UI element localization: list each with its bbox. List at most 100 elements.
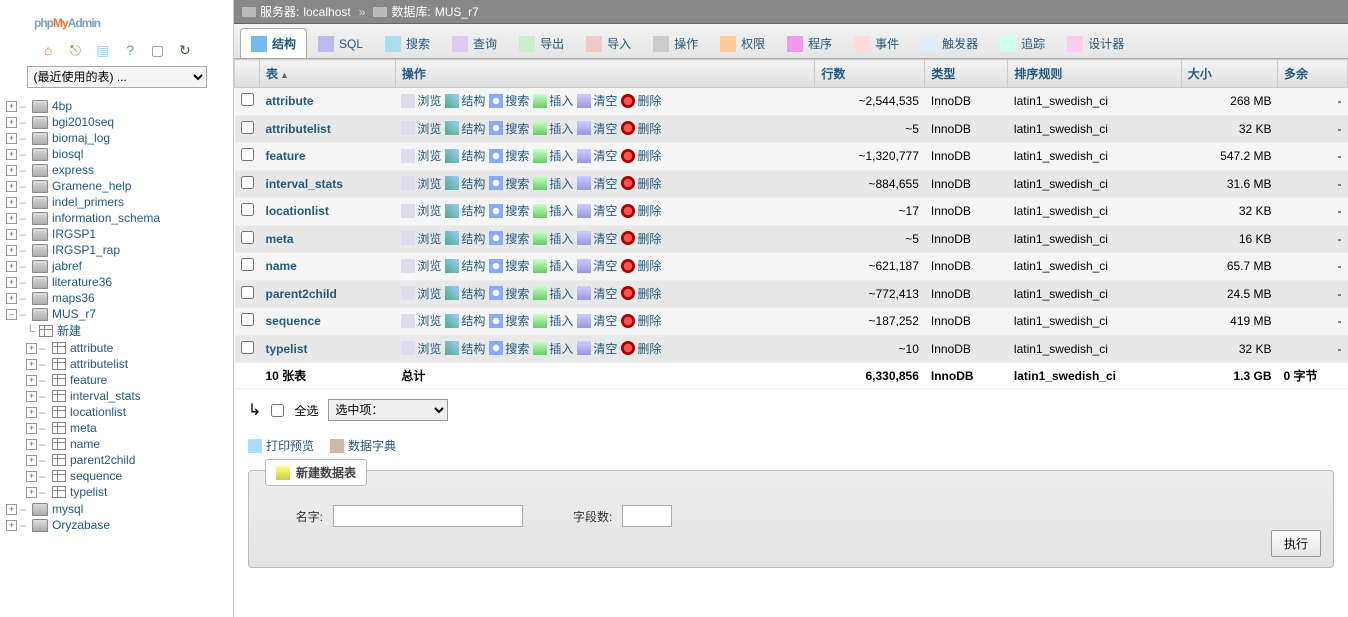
empty-action[interactable]: 清空 xyxy=(577,147,617,164)
expand-icon[interactable]: + xyxy=(6,504,17,515)
with-selected-select[interactable]: 选中项： xyxy=(328,399,448,421)
browse-action[interactable]: 浏览 xyxy=(401,120,441,137)
expand-icon[interactable]: + xyxy=(6,520,17,531)
table-link-attribute[interactable]: attribute xyxy=(70,341,113,355)
expand-icon[interactable]: + xyxy=(26,455,37,466)
table-name-link[interactable]: meta xyxy=(266,232,294,246)
help-icon[interactable]: ? xyxy=(122,42,138,58)
search-action[interactable]: 搜索 xyxy=(489,340,529,357)
tab-routines[interactable]: 程序 xyxy=(776,28,843,58)
expand-icon[interactable]: + xyxy=(6,181,17,192)
table-link-name[interactable]: name xyxy=(70,437,100,451)
structure-action[interactable]: 结构 xyxy=(445,340,485,357)
empty-action[interactable]: 清空 xyxy=(577,120,617,137)
empty-action[interactable]: 清空 xyxy=(577,257,617,274)
db-link-jabref[interactable]: jabref xyxy=(52,259,82,273)
structure-action[interactable]: 结构 xyxy=(445,147,485,164)
drop-action[interactable]: 删除 xyxy=(621,202,661,219)
col-rows[interactable]: 行数 xyxy=(815,60,925,88)
search-action[interactable]: 搜索 xyxy=(489,312,529,329)
check-all[interactable] xyxy=(271,404,284,417)
row-checkbox[interactable] xyxy=(241,176,254,189)
db-link-Gramene_help[interactable]: Gramene_help xyxy=(52,179,131,193)
search-action[interactable]: 搜索 xyxy=(489,147,529,164)
db-link-bgi2010seq[interactable]: bgi2010seq xyxy=(52,115,114,129)
empty-action[interactable]: 清空 xyxy=(577,312,617,329)
tab-structure[interactable]: 结构 xyxy=(240,28,307,58)
tab-events[interactable]: 事件 xyxy=(843,28,910,58)
expand-icon[interactable]: + xyxy=(6,133,17,144)
new-table-link[interactable]: 新建 xyxy=(57,322,81,339)
expand-icon[interactable]: + xyxy=(26,359,37,370)
search-action[interactable]: 搜索 xyxy=(489,285,529,302)
tab-privileges[interactable]: 权限 xyxy=(709,28,776,58)
db-name[interactable]: MUS_r7 xyxy=(435,5,479,19)
expand-icon[interactable]: + xyxy=(6,101,17,112)
structure-action[interactable]: 结构 xyxy=(445,285,485,302)
search-action[interactable]: 搜索 xyxy=(489,202,529,219)
expand-icon[interactable]: + xyxy=(6,149,17,160)
row-checkbox[interactable] xyxy=(241,258,254,271)
empty-action[interactable]: 清空 xyxy=(577,285,617,302)
row-checkbox[interactable] xyxy=(241,341,254,354)
empty-action[interactable]: 清空 xyxy=(577,230,617,247)
tab-query[interactable]: 查询 xyxy=(441,28,508,58)
db-link-biomaj_log[interactable]: biomaj_log xyxy=(52,131,110,145)
insert-action[interactable]: 插入 xyxy=(533,230,573,247)
print-view-link[interactable]: 打印预览 xyxy=(248,437,314,454)
col-overhead[interactable]: 多余 xyxy=(1278,60,1348,88)
empty-action[interactable]: 清空 xyxy=(577,202,617,219)
insert-action[interactable]: 插入 xyxy=(533,285,573,302)
expand-icon[interactable]: + xyxy=(26,487,37,498)
insert-action[interactable]: 插入 xyxy=(533,147,573,164)
tab-triggers[interactable]: 触发器 xyxy=(910,28,989,58)
table-name-link[interactable]: parent2child xyxy=(266,287,337,301)
expand-icon[interactable]: + xyxy=(6,261,17,272)
browse-action[interactable]: 浏览 xyxy=(401,92,441,109)
query-window-icon[interactable]: ▤ xyxy=(95,42,111,58)
browse-action[interactable]: 浏览 xyxy=(401,257,441,274)
server-name[interactable]: localhost xyxy=(303,5,350,19)
tab-export[interactable]: 导出 xyxy=(508,28,575,58)
expand-icon[interactable]: + xyxy=(26,423,37,434)
drop-action[interactable]: 删除 xyxy=(621,230,661,247)
insert-action[interactable]: 插入 xyxy=(533,257,573,274)
search-action[interactable]: 搜索 xyxy=(489,230,529,247)
collapse-icon[interactable]: – xyxy=(6,309,17,320)
db-link-IRGSP1[interactable]: IRGSP1 xyxy=(52,227,96,241)
drop-action[interactable]: 删除 xyxy=(621,312,661,329)
reload-icon[interactable]: ↻ xyxy=(177,42,193,58)
drop-action[interactable]: 删除 xyxy=(621,92,661,109)
insert-action[interactable]: 插入 xyxy=(533,202,573,219)
row-checkbox[interactable] xyxy=(241,313,254,326)
drop-action[interactable]: 删除 xyxy=(621,285,661,302)
db-link-indel_primers[interactable]: indel_primers xyxy=(52,195,124,209)
empty-action[interactable]: 清空 xyxy=(577,175,617,192)
insert-action[interactable]: 插入 xyxy=(533,175,573,192)
db-link-mysql[interactable]: mysql xyxy=(52,502,83,516)
logout-icon[interactable]: ⎋ xyxy=(67,42,83,58)
table-link-locationlist[interactable]: locationlist xyxy=(70,405,126,419)
expand-icon[interactable]: + xyxy=(6,197,17,208)
structure-action[interactable]: 结构 xyxy=(445,257,485,274)
drop-action[interactable]: 删除 xyxy=(621,175,661,192)
search-action[interactable]: 搜索 xyxy=(489,175,529,192)
row-checkbox[interactable] xyxy=(241,231,254,244)
table-name-link[interactable]: sequence xyxy=(266,314,321,328)
db-link-Oryzabase[interactable]: Oryzabase xyxy=(52,518,110,532)
drop-action[interactable]: 删除 xyxy=(621,340,661,357)
browse-action[interactable]: 浏览 xyxy=(401,175,441,192)
db-link-4bp[interactable]: 4bp xyxy=(52,99,72,113)
tab-search[interactable]: 搜索 xyxy=(374,28,441,58)
data-dictionary-link[interactable]: 数据字典 xyxy=(330,437,396,454)
insert-action[interactable]: 插入 xyxy=(533,340,573,357)
db-link-MUS_r7[interactable]: MUS_r7 xyxy=(52,307,96,321)
browse-action[interactable]: 浏览 xyxy=(401,202,441,219)
browse-action[interactable]: 浏览 xyxy=(401,147,441,164)
insert-action[interactable]: 插入 xyxy=(533,120,573,137)
insert-action[interactable]: 插入 xyxy=(533,92,573,109)
table-link-typelist[interactable]: typelist xyxy=(70,485,107,499)
col-table[interactable]: 表▲ xyxy=(260,60,396,88)
db-link-express[interactable]: express xyxy=(52,163,94,177)
tab-sql[interactable]: SQL xyxy=(307,28,374,58)
